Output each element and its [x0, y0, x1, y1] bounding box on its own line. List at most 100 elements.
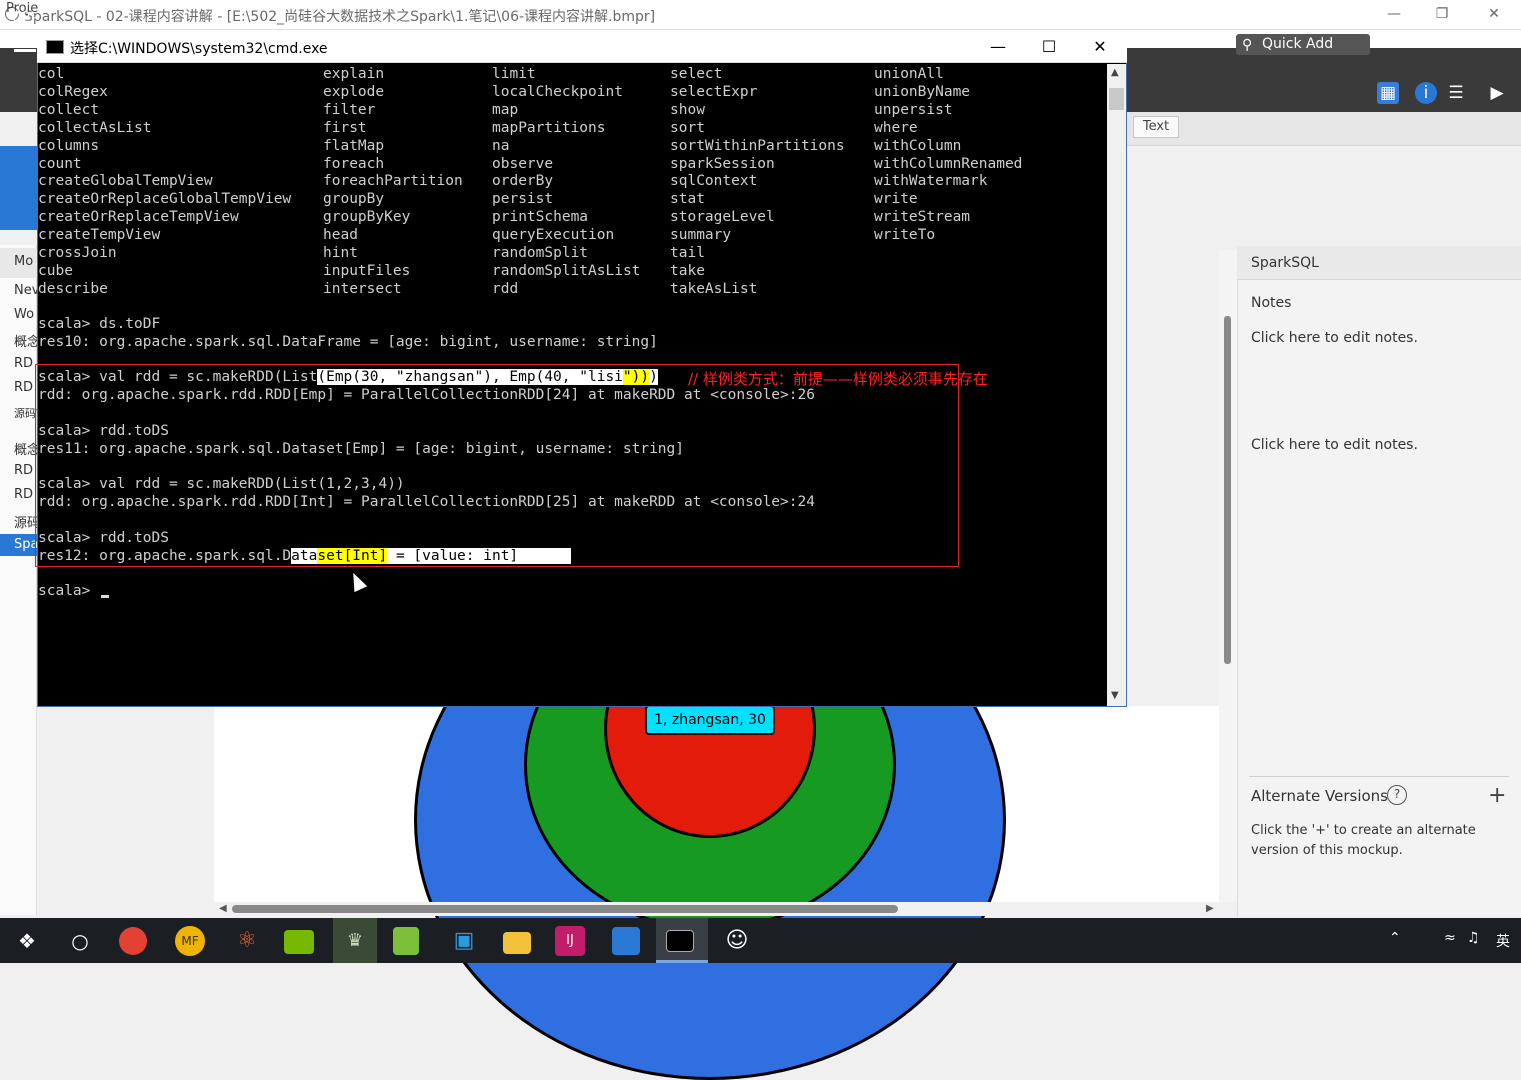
completion-item: randomSplit	[492, 245, 589, 262]
completion-item: createTempView	[38, 227, 161, 244]
completion-item: createGlobalTempView	[38, 173, 213, 190]
text-cursor	[101, 595, 109, 598]
intellij-icon[interactable]: IJ	[555, 926, 585, 956]
completion-item: limit	[492, 66, 536, 82]
left-item[interactable]: RD	[14, 463, 37, 478]
add-version-icon[interactable]: +	[1488, 783, 1506, 808]
alternate-versions-help-text: Click the '+' to create an alternate	[1251, 823, 1476, 838]
cloud-app-icon[interactable]: ⚛	[230, 924, 264, 958]
annotation-box	[35, 364, 959, 567]
cmd-scrollbar[interactable]	[1107, 64, 1126, 706]
app-icon[interactable]: ♛	[338, 924, 372, 958]
canvas-vertical-scroll-thumb[interactable]	[1224, 316, 1231, 664]
wifi-icon[interactable]: ≈	[1444, 930, 1456, 946]
completion-item: head	[323, 227, 358, 244]
completion-item: na	[492, 137, 510, 154]
list-icon[interactable]: ☰	[1445, 82, 1467, 104]
left-item[interactable]: 概念	[14, 439, 37, 458]
search-icon: ⚲	[1242, 37, 1253, 53]
cmd-close-icon[interactable]: ✕	[1087, 36, 1113, 58]
left-item[interactable]: RD	[14, 487, 37, 502]
completion-item: persist	[492, 191, 554, 208]
help-icon[interactable]: ?	[1387, 785, 1407, 805]
completion-item: collectAsList	[38, 119, 152, 136]
vmware-workstation-icon[interactable]	[612, 927, 640, 955]
ime-indicator[interactable]: 英	[1496, 931, 1510, 951]
taskbar	[0, 918, 1521, 963]
left-item-selected[interactable]: Spa	[14, 537, 37, 552]
smiley-app-icon[interactable]: ☺	[720, 924, 754, 958]
completion-item: selectExpr	[670, 83, 758, 100]
completion-item: withWatermark	[874, 173, 988, 190]
completion-item: queryExecution	[492, 227, 615, 244]
right-panel	[1237, 246, 1521, 916]
scroll-left-arrow-icon[interactable]: ◀	[219, 903, 227, 914]
completion-item: col	[38, 66, 65, 82]
cmd-window-icon	[46, 40, 64, 54]
quick-add-input[interactable]: Quick Add	[1236, 34, 1370, 55]
vmware-icon[interactable]: ▣	[447, 924, 481, 958]
volume-icon[interactable]: ♫	[1467, 930, 1480, 946]
file-explorer-icon[interactable]	[503, 932, 531, 954]
text-button[interactable]: Text	[1133, 116, 1179, 138]
presentation-icon[interactable]: ▶	[1486, 82, 1508, 104]
canvas-horizontal-scroll-thumb[interactable]	[232, 905, 898, 913]
completion-item: explain	[323, 66, 385, 82]
completion-item: filter	[323, 101, 376, 118]
gallery-icon[interactable]: ▦	[1377, 82, 1399, 104]
cmd-scroll-down-icon[interactable]: ▼	[1111, 690, 1119, 701]
completion-item: writeStream	[874, 209, 971, 226]
property-strip	[1126, 112, 1521, 146]
cmd-icon[interactable]	[666, 930, 694, 952]
edit-notes-link[interactable]: Click here to edit notes.	[1251, 330, 1418, 346]
center-label[interactable]: 1, zhangsan, 30	[645, 705, 775, 735]
console-prompt[interactable]: scala>	[38, 583, 99, 601]
completion-item: crossJoin	[38, 245, 117, 262]
completion-item: stat	[670, 191, 705, 208]
alternate-versions-label: Alternate Versions	[1251, 787, 1388, 805]
completion-item: groupBy	[323, 191, 385, 208]
app-restore-icon[interactable]: ❐	[1430, 4, 1454, 24]
divider	[1249, 776, 1509, 777]
cmd-scroll-up-icon[interactable]: ▲	[1111, 67, 1119, 78]
left-item[interactable]: RD	[14, 356, 37, 371]
left-item[interactable]: 概念	[14, 331, 37, 350]
scroll-right-arrow-icon[interactable]: ▶	[1206, 903, 1214, 914]
left-item[interactable]: RD	[14, 380, 37, 395]
left-item[interactable]: Nev	[14, 283, 37, 298]
cmd-scroll-thumb[interactable]	[1109, 88, 1124, 110]
completion-item: createOrReplaceTempView	[38, 209, 239, 226]
page-name[interactable]: SparkSQL	[1251, 255, 1319, 271]
left-item[interactable]: 源码Wo	[14, 405, 37, 421]
cortana-icon[interactable]: ○	[63, 924, 97, 958]
completion-item: inputFiles	[323, 262, 411, 279]
nvidia-icon[interactable]	[284, 930, 314, 954]
mindfusion-icon[interactable]: MF	[175, 926, 205, 956]
chrome-icon[interactable]	[119, 927, 147, 955]
completion-item: explode	[323, 83, 385, 100]
cmd-maximize-icon[interactable]: ☐	[1036, 36, 1062, 58]
notes-label: Notes	[1251, 295, 1292, 311]
hamburger-menu-icon[interactable]	[14, 34, 36, 52]
completion-item: describe	[38, 280, 108, 297]
left-item[interactable]: Wo	[14, 307, 37, 322]
app-minimize-icon[interactable]: —	[1382, 4, 1406, 24]
completion-item: storageLevel	[670, 209, 775, 226]
notepad-icon[interactable]	[393, 927, 419, 955]
start-icon[interactable]: ❖	[10, 924, 44, 958]
alternate-versions-help-text: version of this mockup.	[1251, 843, 1403, 858]
edit-notes-link[interactable]: Click here to edit notes.	[1251, 437, 1418, 453]
left-item[interactable]: 源码	[14, 512, 37, 531]
completion-item: withColumnRenamed	[874, 155, 1023, 172]
completion-item: unionByName	[874, 83, 971, 100]
app-close-icon[interactable]: ✕	[1482, 4, 1506, 24]
completion-item: mapPartitions	[492, 119, 606, 136]
left-thumbnail[interactable]	[0, 146, 37, 230]
tray-chevron-icon[interactable]: ⌃	[1389, 930, 1401, 946]
completion-item: columns	[38, 137, 100, 154]
cmd-minimize-icon[interactable]: —	[985, 36, 1011, 58]
info-icon[interactable]: i	[1415, 82, 1437, 104]
completion-item: foreach	[323, 155, 385, 172]
completion-item: writeTo	[874, 227, 936, 244]
completion-item: first	[323, 119, 367, 136]
